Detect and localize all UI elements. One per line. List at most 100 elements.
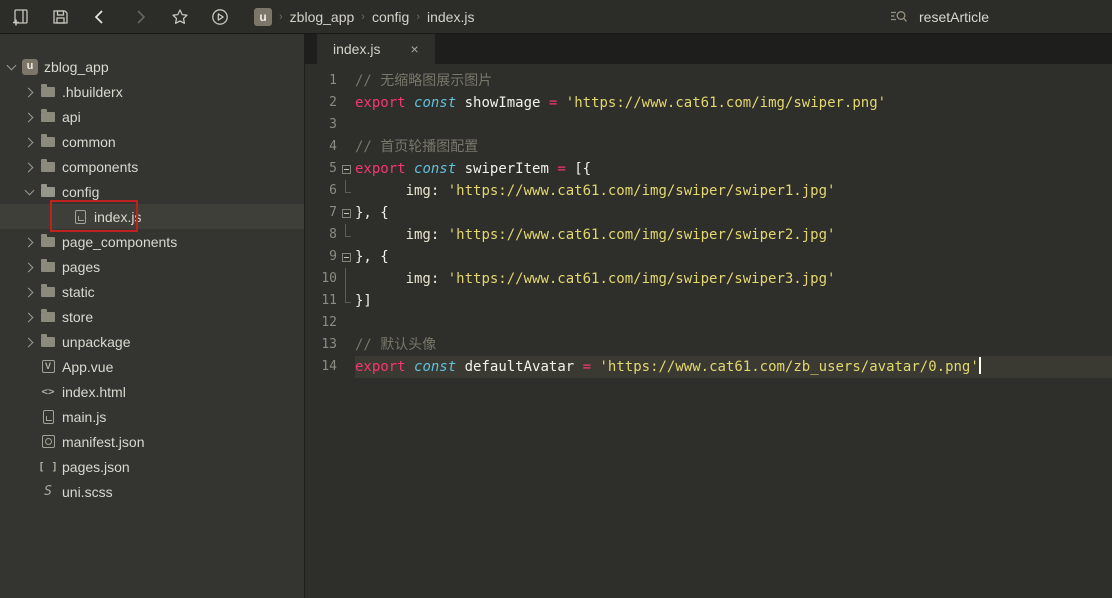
tree-item-uni-scss[interactable]: Suni.scss [0, 479, 304, 504]
uniapp-project-icon: u [22, 59, 38, 75]
breadcrumb-segment[interactable]: index.js [427, 9, 474, 25]
code-line-10[interactable]: 10 img: 'https://www.cat61.com/img/swipe… [305, 268, 1112, 290]
tree-item-page-components[interactable]: page_components [0, 229, 304, 254]
code-line-12[interactable]: 12 [305, 312, 1112, 334]
code-line-11[interactable]: 11}] [305, 290, 1112, 312]
fold-toggle-icon[interactable] [342, 253, 351, 262]
tab-close-icon[interactable]: × [410, 42, 418, 56]
tree-item-common[interactable]: common [0, 129, 304, 154]
chevron-right-icon[interactable] [22, 334, 38, 350]
chevron-right-icon[interactable] [22, 134, 38, 150]
tree-item-api[interactable]: api [0, 104, 304, 129]
chevron-spacer [22, 459, 38, 475]
folder-icon [38, 287, 58, 297]
save-button[interactable] [40, 0, 80, 34]
code-line-4[interactable]: 4// 首页轮播图配置 [305, 136, 1112, 158]
code-line-1[interactable]: 1// 无缩略图展示图片 [305, 70, 1112, 92]
code-line-14[interactable]: 14export const defaultAvatar = 'https://… [305, 356, 1112, 378]
breadcrumb-segment[interactable]: config [372, 9, 409, 25]
line-number: 6 [305, 180, 337, 202]
tree-item-label: uni.scss [62, 484, 113, 500]
code-line-text [355, 312, 1112, 334]
new-file-icon [10, 7, 30, 27]
new-file-button[interactable] [0, 0, 40, 34]
tree-item-label: pages.json [62, 459, 130, 475]
code-line-2[interactable]: 2export const showImage = 'https://www.c… [305, 92, 1112, 114]
folder-icon [38, 262, 58, 272]
tree-item-index-js[interactable]: index.js [0, 204, 304, 229]
tree-item-label: zblog_app [44, 59, 109, 75]
line-number: 5 [305, 158, 337, 180]
chevron-right-icon[interactable] [22, 84, 38, 100]
tree-item-label: pages [62, 259, 100, 275]
chevron-right-icon[interactable] [22, 109, 38, 125]
chevron-spacer [22, 384, 38, 400]
tree-item-pages[interactable]: pages [0, 254, 304, 279]
chevron-down-icon[interactable] [22, 184, 38, 200]
back-button[interactable] [80, 0, 120, 34]
forward-button[interactable] [120, 0, 160, 34]
chevron-down-icon[interactable] [4, 59, 20, 75]
tree-item-main-js[interactable]: main.js [0, 404, 304, 429]
code-editor[interactable]: 1// 无缩略图展示图片2export const showImage = 'h… [305, 64, 1112, 598]
folder-icon [38, 187, 58, 197]
folder-icon [41, 162, 55, 172]
folder-icon [38, 112, 58, 122]
js-file-icon [75, 210, 86, 224]
tree-item-config[interactable]: config [0, 179, 304, 204]
tree-item-components[interactable]: components [0, 154, 304, 179]
chevron-right-icon[interactable] [22, 309, 38, 325]
vue-file-icon: V [42, 360, 55, 373]
code-line-text: img: 'https://www.cat61.com/img/swiper/s… [355, 180, 1112, 202]
code-line-text: // 无缩略图展示图片 [355, 70, 1112, 92]
main-content: u zblog_app .hbuilderx api commoncomponentsc… [0, 34, 1112, 598]
line-number: 12 [305, 312, 337, 334]
code-line-8[interactable]: 8 img: 'https://www.cat61.com/img/swiper… [305, 224, 1112, 246]
token-plain [540, 95, 548, 111]
fold-column [337, 92, 355, 114]
tree-item-label: index.html [62, 384, 126, 400]
code-line-13[interactable]: 13// 默认头像 [305, 334, 1112, 356]
tree-item-unpackage[interactable]: unpackage [0, 329, 304, 354]
save-icon [50, 7, 70, 27]
chevron-spacer [54, 209, 70, 225]
token-plain [406, 359, 414, 375]
code-line-7[interactable]: 7}, { [305, 202, 1112, 224]
fold-toggle-icon[interactable] [342, 165, 351, 174]
tree-item--hbuilderx[interactable]: .hbuilderx [0, 79, 304, 104]
code-line-5[interactable]: 5export const swiperItem = [{ [305, 158, 1112, 180]
tree-item-store[interactable]: store [0, 304, 304, 329]
favorites-button[interactable] [160, 0, 200, 34]
tree-item-static[interactable]: static [0, 279, 304, 304]
code-line-9[interactable]: 9}, { [305, 246, 1112, 268]
token-plain: : [431, 183, 448, 199]
chevron-right-icon[interactable] [22, 284, 38, 300]
tree-item-label: api [62, 109, 81, 125]
tab-index-js[interactable]: index.js × [317, 34, 435, 64]
token-plain [456, 95, 464, 111]
tree-item-index-html[interactable]: <>index.html [0, 379, 304, 404]
toolbar-search[interactable]: resetArticle [888, 0, 989, 34]
fold-toggle-icon[interactable] [342, 209, 351, 218]
folder-icon [41, 312, 55, 322]
tree-item-manifest-json[interactable]: manifest.json [0, 429, 304, 454]
breadcrumb-segment[interactable]: zblog_app [290, 9, 355, 25]
token-plain [591, 359, 599, 375]
tree-item-app-vue[interactable]: VApp.vue [0, 354, 304, 379]
token-plain [406, 161, 414, 177]
chevron-right-icon[interactable] [22, 234, 38, 250]
breadcrumb-separator-icon: › [361, 11, 365, 23]
chevron-right-icon[interactable] [22, 159, 38, 175]
token-str: 'https://www.cat61.com/img/swiper/swiper… [448, 227, 836, 243]
run-button[interactable] [200, 0, 240, 34]
tree-item-pages-json[interactable]: [ ]pages.json [0, 454, 304, 479]
back-icon [90, 7, 110, 27]
tree-item-zblog-app[interactable]: u zblog_app [0, 54, 304, 79]
code-line-6[interactable]: 6 img: 'https://www.cat61.com/img/swiper… [305, 180, 1112, 202]
token-plain: : [431, 271, 448, 287]
folder-icon [38, 237, 58, 247]
chevron-right-icon[interactable] [22, 259, 38, 275]
code-line-3[interactable]: 3 [305, 114, 1112, 136]
breadcrumb-separator-icon: › [416, 11, 420, 23]
folder-icon [38, 337, 58, 347]
